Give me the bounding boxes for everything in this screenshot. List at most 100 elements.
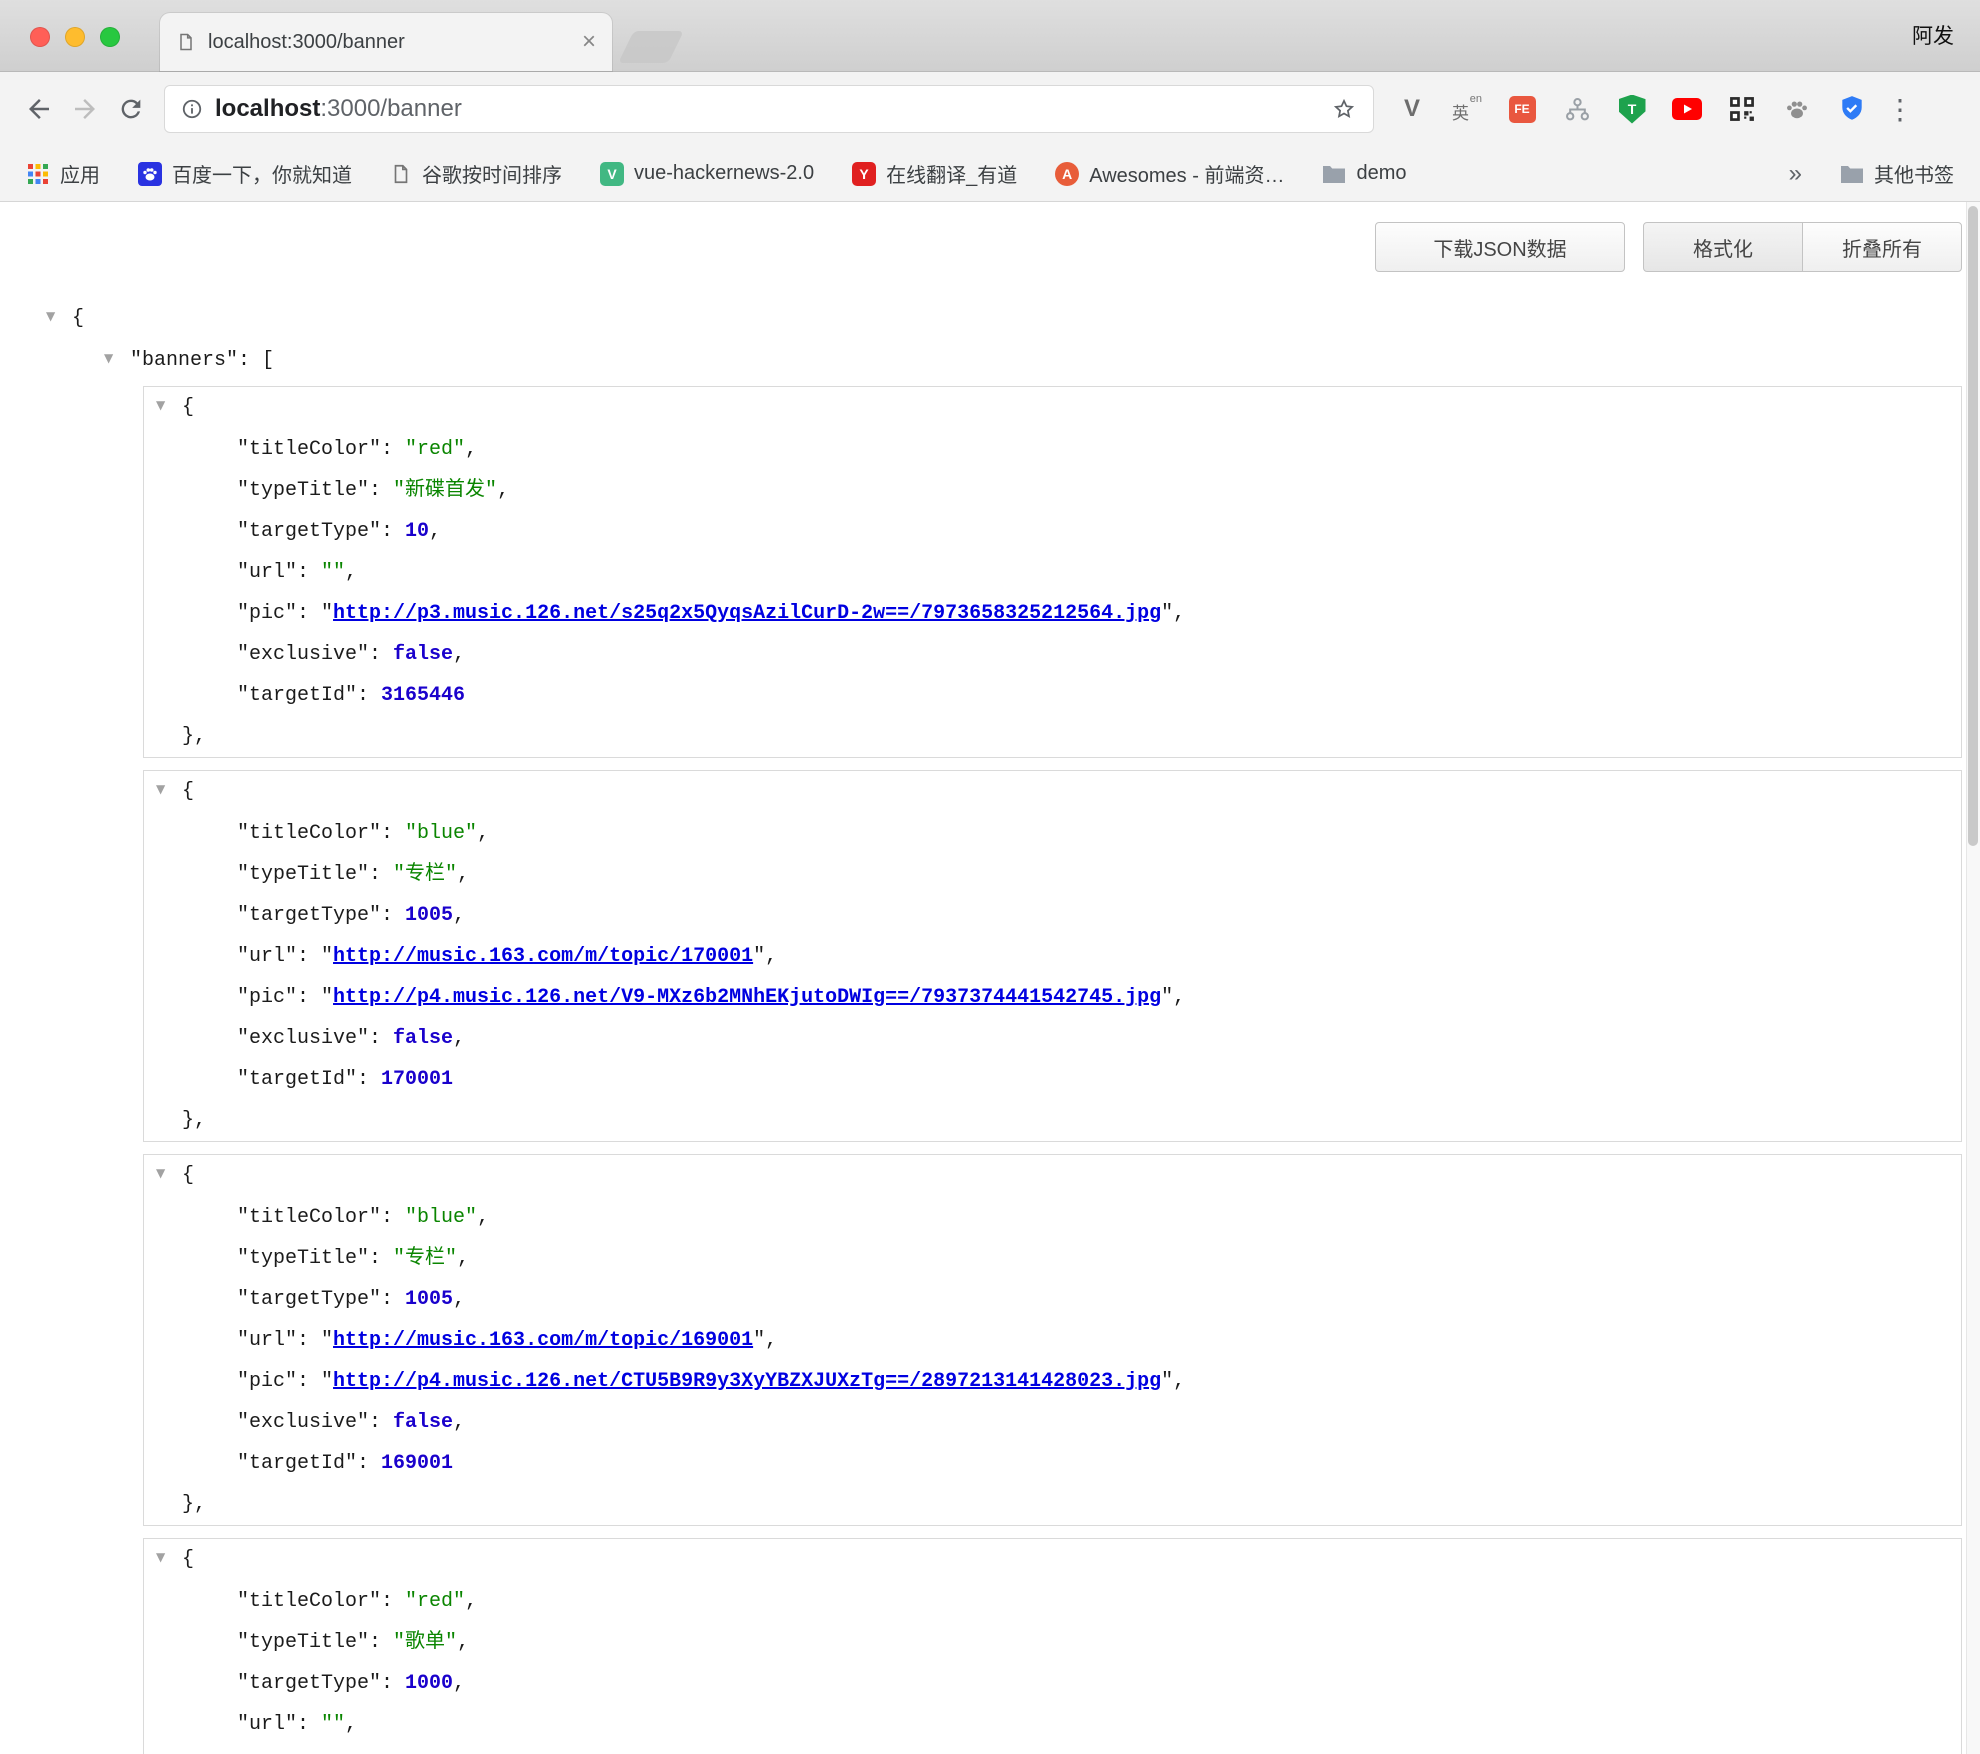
close-window-button[interactable] <box>30 27 50 47</box>
json-property-line: "targetType": 1000, <box>144 1663 1961 1704</box>
collapse-toggle-icon[interactable]: ▼ <box>104 338 130 379</box>
format-collapse-group: 格式化 折叠所有 <box>1643 222 1962 272</box>
window-titlebar: localhost:3000/banner × 阿发 <box>0 0 1980 72</box>
scrollbar-thumb[interactable] <box>1968 206 1978 846</box>
collapse-toggle-icon[interactable]: ▼ <box>156 1153 182 1194</box>
bookmark-vue-hackernews[interactable]: V vue-hackernews-2.0 <box>600 162 814 186</box>
minimize-window-button[interactable] <box>65 27 85 47</box>
json-property-line: "titleColor": "blue", <box>144 1197 1961 1238</box>
json-object-box: ▼{"titleColor": "red","typeTitle": "新碟首发… <box>143 386 1962 758</box>
json-property-line: "url": "", <box>144 552 1961 593</box>
collapse-toggle-icon[interactable]: ▼ <box>156 769 182 810</box>
format-button[interactable]: 格式化 <box>1643 222 1803 272</box>
qr-code-icon[interactable] <box>1726 93 1758 125</box>
bookmark-label: demo <box>1356 162 1406 185</box>
baidu-paw-icon <box>138 162 162 186</box>
green-shield-badge: T <box>1619 95 1646 124</box>
fullscreen-window-button[interactable] <box>100 27 120 47</box>
tab-close-icon[interactable]: × <box>582 30 596 54</box>
json-open-brace-line: ▼{ <box>144 771 1961 813</box>
folder-icon <box>1322 164 1346 184</box>
folder-icon <box>1840 164 1864 184</box>
browser-menu-icon[interactable]: ⋮ <box>1886 93 1908 126</box>
profile-name: 阿发 <box>1912 20 1954 50</box>
bookmark-youdao-translate[interactable]: Y 在线翻译_有道 <box>852 159 1017 188</box>
reload-button[interactable] <box>108 86 154 132</box>
json-property-line: "typeTitle": "专栏", <box>144 1238 1961 1279</box>
apps-grid-icon <box>26 162 50 186</box>
json-property-line: "titleColor": "red", <box>144 429 1961 470</box>
json-property-line: "titleColor": "blue", <box>144 813 1961 854</box>
page-content: 下载JSON数据 格式化 折叠所有 ▼{▼"banners": [▼{"titl… <box>0 202 1980 1754</box>
bookmarks-bar: 应用 百度一下，你就知道 谷歌按时间排序 V vue-hackernews-2.… <box>0 146 1980 202</box>
json-object-box: ▼{"titleColor": "blue","typeTitle": "专栏"… <box>143 770 1962 1142</box>
bookmark-folder-demo[interactable]: demo <box>1322 162 1406 185</box>
vimium-icon[interactable]: V <box>1396 93 1428 125</box>
json-close-brace-line: }, <box>144 1100 1961 1141</box>
json-property-line: "targetId": 169001 <box>144 1443 1961 1484</box>
other-bookmarks[interactable]: 其他书签 <box>1840 159 1954 188</box>
json-property-line: "typeTitle": "专栏", <box>144 854 1961 895</box>
bookmark-star-icon[interactable] <box>1331 96 1357 122</box>
awesomes-icon: A <box>1055 162 1079 186</box>
forward-button[interactable] <box>62 86 108 132</box>
tab-title: localhost:3000/banner <box>208 31 570 54</box>
green-shield-icon[interactable]: T <box>1616 93 1648 125</box>
fehelper-badge: FE <box>1509 96 1536 123</box>
url-path: :3000/banner <box>320 95 461 122</box>
download-json-button[interactable]: 下载JSON数据 <box>1375 222 1625 272</box>
collapse-toggle-icon[interactable]: ▼ <box>156 1537 182 1578</box>
json-property-line: "typeTitle": "歌单", <box>144 1622 1961 1663</box>
json-tree: ▼{▼"banners": [▼{"titleColor": "red","ty… <box>0 298 1980 1754</box>
bookmark-label: 在线翻译_有道 <box>886 159 1017 188</box>
browser-tab[interactable]: localhost:3000/banner × <box>160 13 612 71</box>
paw-icon[interactable] <box>1781 93 1813 125</box>
page-info-icon[interactable] <box>181 98 203 120</box>
json-url-link[interactable]: http://music.163.com/m/topic/170001 <box>333 945 753 968</box>
json-url-link[interactable]: http://music.163.com/m/topic/169001 <box>333 1329 753 1352</box>
json-close-brace-line: }, <box>144 1484 1961 1525</box>
json-open-brace-line: ▼{ <box>144 1155 1961 1197</box>
json-property-line: "titleColor": "red", <box>144 1581 1961 1622</box>
org-chart-icon[interactable] <box>1561 93 1593 125</box>
reload-icon <box>117 95 145 123</box>
address-bar[interactable]: localhost:3000/banner <box>164 85 1374 133</box>
json-property-line: "pic": "http://p4.music.126.net/V9-MXz6b… <box>144 977 1961 1018</box>
extension-icons: V en 英 FE T <box>1396 93 1868 125</box>
json-url-link[interactable]: http://p4.music.126.net/V9-MXz6b2MNhEKju… <box>333 986 1161 1009</box>
scrollbar[interactable] <box>1966 202 1980 1754</box>
bookmark-label: 百度一下，你就知道 <box>172 159 352 188</box>
collapse-toggle-icon[interactable]: ▼ <box>46 296 72 337</box>
collapse-all-button[interactable]: 折叠所有 <box>1802 222 1962 272</box>
json-url-link[interactable]: http://p4.music.126.net/CTU5B9R9y3XyYBZX… <box>333 1370 1161 1393</box>
bookmarks-overflow-chevron[interactable]: » <box>1789 160 1802 188</box>
bookmark-label: vue-hackernews-2.0 <box>634 162 814 185</box>
bookmark-apps[interactable]: 应用 <box>26 159 100 188</box>
bookmark-google-sort[interactable]: 谷歌按时间排序 <box>390 159 562 188</box>
json-root-line: ▼{ <box>0 298 1980 340</box>
browser-toolbar: localhost:3000/banner V en 英 FE T <box>0 72 1980 146</box>
new-tab-button[interactable] <box>618 31 684 63</box>
json-property-line: "typeTitle": "新碟首发", <box>144 470 1961 511</box>
forward-arrow-icon <box>70 94 100 124</box>
translate-en-label: en <box>1470 93 1482 105</box>
youtube-icon[interactable] <box>1671 93 1703 125</box>
page-icon <box>390 162 412 186</box>
fehelper-icon[interactable]: FE <box>1506 93 1538 125</box>
json-property-line: "pic": "http://p4.music.126.net/tGPljf-I… <box>144 1745 1961 1754</box>
back-button[interactable] <box>16 86 62 132</box>
json-open-brace-line: ▼{ <box>144 1539 1961 1581</box>
json-property-line: "targetType": 1005, <box>144 895 1961 936</box>
collapse-toggle-icon[interactable]: ▼ <box>156 385 182 426</box>
bookmark-awesomes[interactable]: A Awesomes - 前端资… <box>1055 159 1284 188</box>
blue-shield-icon[interactable] <box>1836 93 1868 125</box>
json-property-line: "targetId": 170001 <box>144 1059 1961 1100</box>
page-favicon-icon <box>176 30 196 54</box>
translate-icon[interactable]: en 英 <box>1451 93 1483 125</box>
url-text: localhost:3000/banner <box>215 95 462 123</box>
json-property-line: "targetId": 3165446 <box>144 675 1961 716</box>
json-object-box: ▼{"titleColor": "blue","typeTitle": "专栏"… <box>143 1154 1962 1526</box>
json-open-brace-line: ▼{ <box>144 387 1961 429</box>
json-url-link[interactable]: http://p3.music.126.net/s25q2x5QyqsAzilC… <box>333 602 1161 625</box>
bookmark-baidu[interactable]: 百度一下，你就知道 <box>138 159 352 188</box>
